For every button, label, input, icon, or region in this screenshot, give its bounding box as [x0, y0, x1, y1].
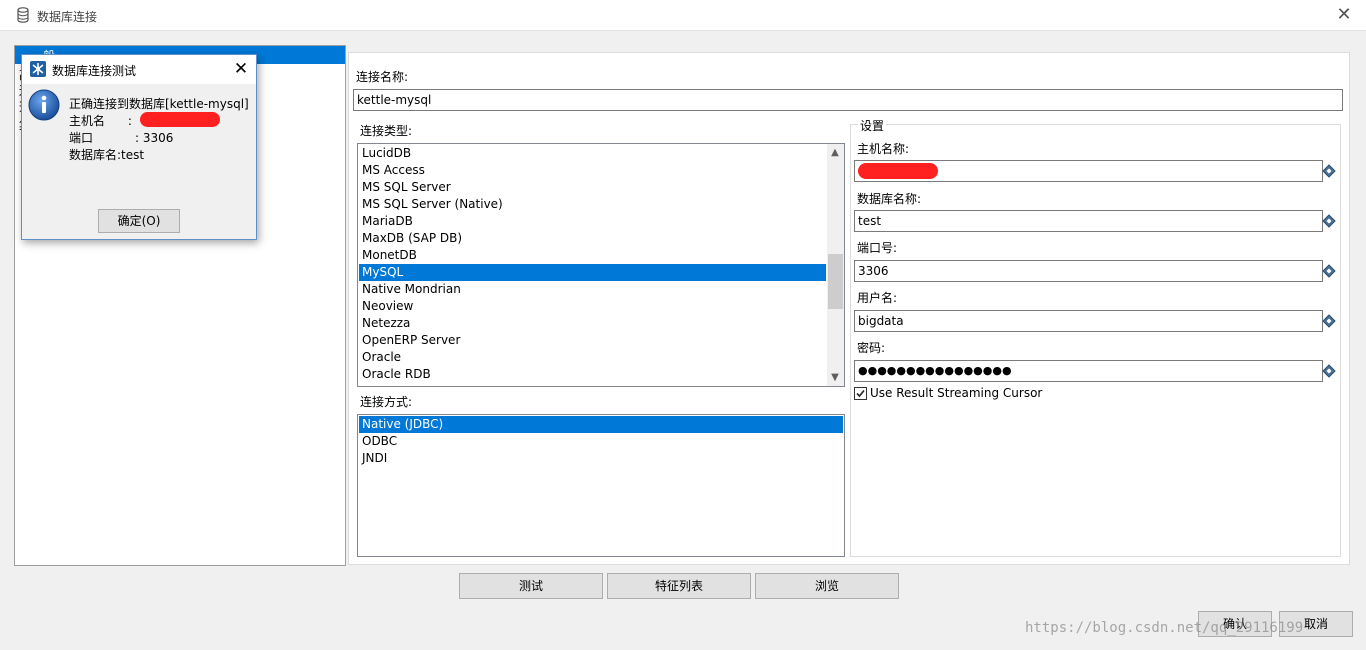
- port-label: 端口号:: [857, 241, 898, 255]
- diamond-variable-icon[interactable]: [1322, 214, 1336, 228]
- checkmark-icon: [856, 389, 865, 398]
- connection-type-item[interactable]: Oracle RDB: [359, 366, 826, 383]
- connection-type-list[interactable]: LucidDB MS Access MS SQL Server MS SQL Serv…: [357, 143, 845, 387]
- explore-button[interactable]: 浏览: [755, 573, 899, 599]
- access-method-list[interactable]: Native (JDBC) ODBC JNDI: [357, 414, 845, 557]
- scroll-down-icon[interactable]: ▼: [827, 369, 843, 386]
- connection-type-item[interactable]: Oracle: [359, 349, 826, 366]
- access-method-label: 连接方式:: [360, 395, 413, 409]
- dialog-message-line: 正确连接到数据库[kettle-mysql]: [69, 97, 249, 111]
- host-label: 主机名称:: [857, 142, 910, 156]
- connection-type-item[interactable]: MS SQL Server: [359, 179, 826, 196]
- settings-group: [850, 124, 1341, 557]
- streaming-cursor-checkbox[interactable]: [854, 387, 867, 400]
- dialog-message-line: 端口 : 3306: [69, 131, 174, 145]
- connection-type-item[interactable]: Netezza: [359, 315, 826, 332]
- connection-type-item[interactable]: MySQL: [359, 264, 826, 281]
- diamond-variable-icon[interactable]: [1322, 364, 1336, 378]
- kettle-app-icon: [30, 61, 46, 77]
- host-redaction: [858, 163, 938, 179]
- connection-type-item[interactable]: Native Mondrian: [359, 281, 826, 298]
- dialog-message-line: 主机名 :: [69, 114, 132, 128]
- user-label: 用户名:: [857, 291, 898, 305]
- info-icon: [28, 89, 60, 121]
- settings-group-title: 设置: [858, 117, 887, 134]
- dbname-label: 数据库名称:: [857, 192, 922, 206]
- port-input[interactable]: 3306: [854, 260, 1323, 282]
- connection-type-item[interactable]: MS SQL Server (Native): [359, 196, 826, 213]
- access-method-item[interactable]: JNDI: [359, 450, 843, 467]
- connection-type-item[interactable]: MonetDB: [359, 247, 826, 264]
- window-title: 数据库连接: [37, 10, 98, 24]
- dialog-title: 数据库连接测试: [52, 64, 137, 78]
- dialog-title-bar: 数据库连接测试 ✕: [22, 55, 256, 84]
- user-input[interactable]: bigdata: [854, 310, 1323, 332]
- dialog-message-line: 数据库名:test: [69, 148, 145, 162]
- connection-type-item[interactable]: MS Access: [359, 162, 826, 179]
- test-button[interactable]: 测试: [459, 573, 603, 599]
- dialog-ok-button[interactable]: 确定(O): [98, 209, 180, 233]
- diamond-variable-icon[interactable]: [1322, 314, 1336, 328]
- host-redaction: [140, 112, 220, 127]
- connection-type-scrollbar[interactable]: ▲ ▼: [827, 144, 844, 386]
- password-input[interactable]: ●●●●●●●●●●●●●●●●: [854, 360, 1323, 382]
- diamond-variable-icon[interactable]: [1322, 264, 1336, 278]
- connection-type-item[interactable]: MaxDB (SAP DB): [359, 230, 826, 247]
- watermark: https://blog.csdn.net/qq_29116199: [1025, 620, 1304, 636]
- database-icon: [17, 7, 29, 23]
- dbname-input[interactable]: test: [854, 210, 1323, 232]
- access-method-item[interactable]: ODBC: [359, 433, 843, 450]
- diamond-variable-icon[interactable]: [1322, 164, 1336, 178]
- connection-name-input[interactable]: kettle-mysql: [353, 89, 1343, 111]
- dialog-close-icon[interactable]: ✕: [230, 58, 252, 80]
- connection-name-label: 连接名称:: [356, 70, 409, 84]
- connection-type-item[interactable]: MariaDB: [359, 213, 826, 230]
- connection-type-item[interactable]: OpenERP Server: [359, 332, 826, 349]
- connection-test-dialog: 数据库连接测试 ✕ 正确连接到数据库[kettle-mysql] 主机名 : 端…: [21, 54, 257, 240]
- window-title-bar: 数据库连接 ✕: [0, 0, 1366, 31]
- password-label: 密码:: [857, 341, 886, 355]
- connection-type-item[interactable]: Neoview: [359, 298, 826, 315]
- connection-type-item[interactable]: LucidDB: [359, 145, 826, 162]
- access-method-item[interactable]: Native (JDBC): [359, 416, 843, 433]
- scroll-up-icon[interactable]: ▲: [827, 144, 843, 161]
- feature-list-button[interactable]: 特征列表: [607, 573, 751, 599]
- close-icon[interactable]: ✕: [1333, 4, 1355, 26]
- scroll-thumb[interactable]: [828, 254, 843, 309]
- streaming-cursor-label[interactable]: Use Result Streaming Cursor: [870, 386, 1042, 400]
- connection-type-label: 连接类型:: [360, 124, 413, 138]
